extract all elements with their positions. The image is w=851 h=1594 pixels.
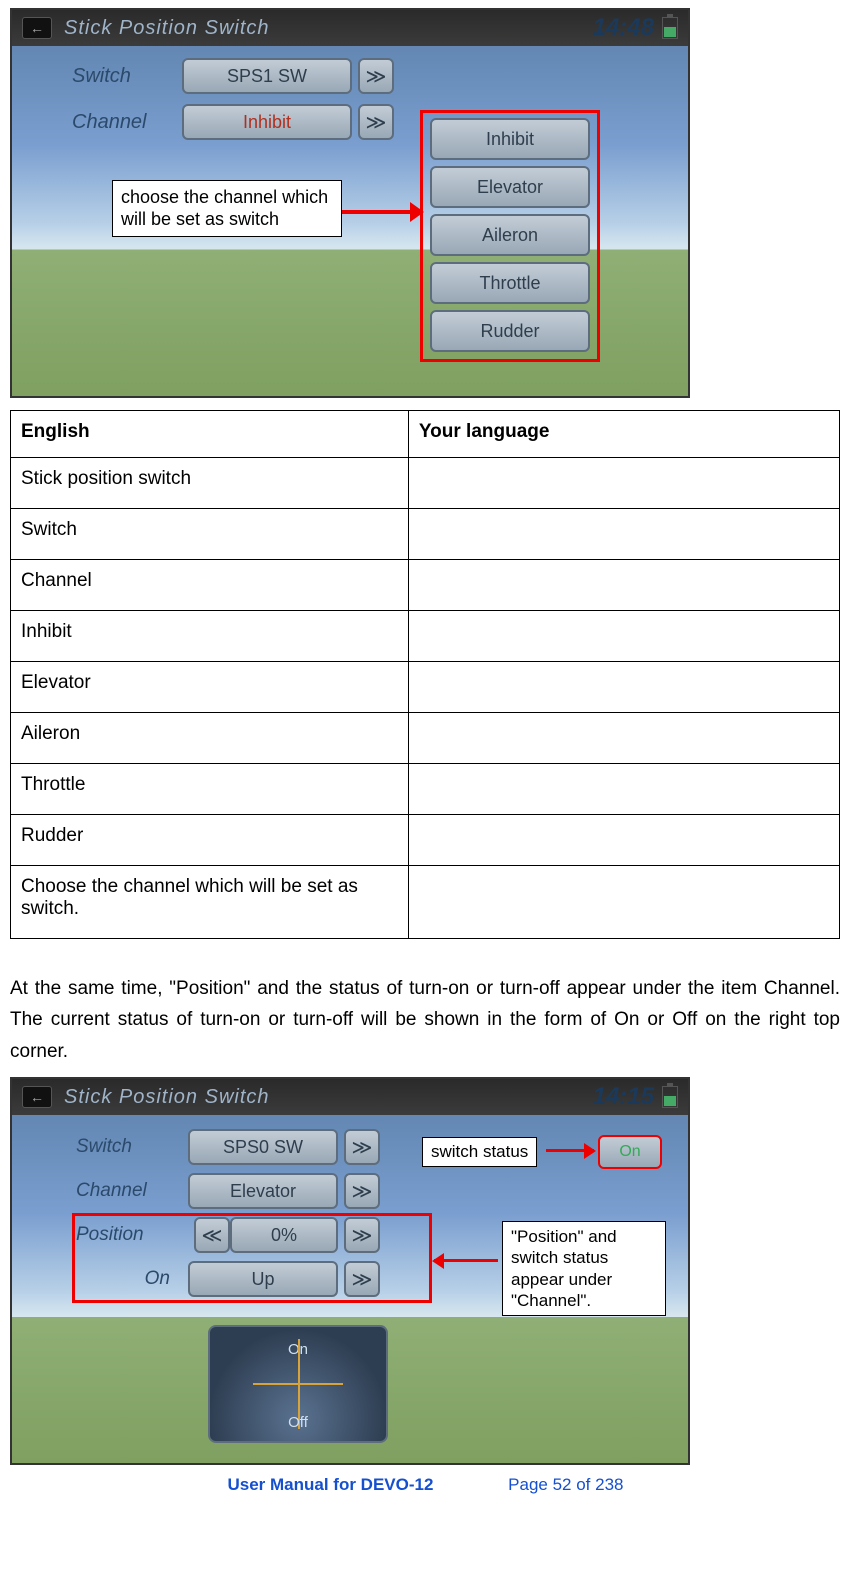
cell-english: Stick position switch: [11, 458, 409, 509]
cell-yourlang[interactable]: [408, 713, 839, 764]
dropdown-item[interactable]: Aileron: [430, 214, 590, 256]
cell-yourlang[interactable]: [408, 662, 839, 713]
dropdown-item[interactable]: Rudder: [430, 310, 590, 352]
table-row: Throttle: [11, 764, 840, 815]
form-rows: Switch SPS1 SW ≫ Channel Inhibit ≫: [72, 58, 394, 150]
cell-yourlang[interactable]: [408, 611, 839, 662]
cell-english: Elevator: [11, 662, 409, 713]
back-button[interactable]: ←: [22, 17, 52, 39]
value-channel[interactable]: Inhibit: [182, 104, 352, 140]
label-channel: Channel: [76, 1180, 188, 1202]
channel-dropdown: Inhibit Elevator Aileron Throttle Rudder: [430, 118, 590, 358]
translation-table: English Your language Stick position swi…: [10, 410, 840, 939]
row-switch: Switch SPS0 SW ≫: [76, 1129, 380, 1165]
annotation-highlight-box: [72, 1213, 432, 1303]
gauge-crosshair-icon: [253, 1383, 343, 1385]
table-row: Channel: [11, 560, 840, 611]
chevron-right-icon[interactable]: ≫: [344, 1173, 380, 1209]
page-footer: User Manual for DEVO-12 Page 52 of 238: [10, 1475, 841, 1495]
screen-title: Stick Position Switch: [64, 17, 270, 40]
table-row: Choose the channel which will be set as …: [11, 866, 840, 939]
cell-english: Choose the channel which will be set as …: [11, 866, 409, 939]
dropdown-item[interactable]: Throttle: [430, 262, 590, 304]
device-topbar: ← Stick Position Switch 14:15: [12, 1079, 688, 1115]
table-row: Stick position switch: [11, 458, 840, 509]
row-channel: Channel Elevator ≫: [76, 1173, 380, 1209]
dropdown-item[interactable]: Inhibit: [430, 118, 590, 160]
annotation-position-text: "Position" and switch status appear unde…: [502, 1221, 666, 1316]
cell-yourlang[interactable]: [408, 509, 839, 560]
footer-page: Page 52 of 238: [508, 1475, 623, 1494]
dropdown-item[interactable]: Elevator: [430, 166, 590, 208]
screenshot-2: ← Stick Position Switch 14:15 Switch SPS…: [10, 1077, 690, 1465]
cell-english: Throttle: [11, 764, 409, 815]
cell-yourlang[interactable]: [408, 458, 839, 509]
cell-english: Rudder: [11, 815, 409, 866]
row-switch: Switch SPS1 SW ≫: [72, 58, 394, 94]
table-row: Elevator: [11, 662, 840, 713]
header-english: English: [11, 411, 409, 458]
screenshot-1: ← Stick Position Switch 14:48 Switch SPS…: [10, 8, 690, 398]
cell-yourlang[interactable]: [408, 764, 839, 815]
annotation-tooltip: choose the channel which will be set as …: [112, 180, 342, 237]
screen-title: Stick Position Switch: [64, 1086, 270, 1109]
footer-title: User Manual for DEVO-12: [227, 1475, 433, 1494]
table-row: Switch: [11, 509, 840, 560]
cell-english: Channel: [11, 560, 409, 611]
cell-english: Aileron: [11, 713, 409, 764]
chevron-right-icon[interactable]: ≫: [344, 1129, 380, 1165]
annotation-switch-status: switch status: [422, 1137, 537, 1167]
chevron-right-icon[interactable]: ≫: [358, 104, 394, 140]
device-topbar: ← Stick Position Switch 14:48: [12, 10, 688, 46]
cell-english: Switch: [11, 509, 409, 560]
annotation-arrow: [434, 1259, 498, 1262]
position-gauge: On Off: [208, 1325, 388, 1443]
clock: 14:15: [593, 1083, 654, 1111]
cell-yourlang[interactable]: [408, 866, 839, 939]
value-switch[interactable]: SPS0 SW: [188, 1129, 338, 1165]
cell-yourlang[interactable]: [408, 560, 839, 611]
body-paragraph: At the same time, "Position" and the sta…: [10, 973, 840, 1067]
value-channel[interactable]: Elevator: [188, 1173, 338, 1209]
table-row: Rudder: [11, 815, 840, 866]
label-switch: Switch: [76, 1136, 188, 1158]
row-channel: Channel Inhibit ≫: [72, 104, 394, 140]
table-header-row: English Your language: [11, 411, 840, 458]
gauge-off-label: Off: [288, 1414, 308, 1431]
clock: 14:48: [593, 14, 654, 42]
back-button[interactable]: ←: [22, 1086, 52, 1108]
annotation-arrow: [342, 210, 422, 214]
status-indicator: On: [598, 1135, 662, 1169]
cell-english: Inhibit: [11, 611, 409, 662]
label-channel: Channel: [72, 111, 182, 134]
header-yourlang: Your language: [408, 411, 839, 458]
value-switch[interactable]: SPS1 SW: [182, 58, 352, 94]
annotation-arrow: [546, 1149, 594, 1152]
battery-icon: [662, 1086, 678, 1108]
label-switch: Switch: [72, 65, 182, 88]
table-row: Aileron: [11, 713, 840, 764]
table-row: Inhibit: [11, 611, 840, 662]
battery-icon: [662, 17, 678, 39]
chevron-right-icon[interactable]: ≫: [358, 58, 394, 94]
cell-yourlang[interactable]: [408, 815, 839, 866]
